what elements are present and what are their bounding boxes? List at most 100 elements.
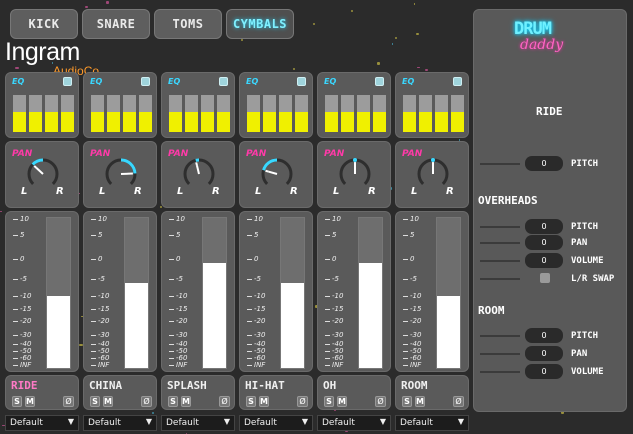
channel-name[interactable]: OH [323, 379, 336, 392]
eq-enable-toggle[interactable] [297, 77, 306, 86]
overheads-pan-slider[interactable] [480, 242, 520, 244]
preset-dropdown[interactable]: Default ▼ [161, 415, 235, 431]
eq-band-slider[interactable] [373, 95, 386, 132]
volume-fader[interactable] [358, 217, 383, 369]
tick-mark [91, 278, 96, 280]
mute-button[interactable]: M [25, 396, 35, 407]
phase-invert-icon[interactable]: Ø [141, 396, 152, 407]
eq-band-slider[interactable] [403, 95, 416, 132]
tab-toms[interactable]: TOMS [154, 9, 222, 39]
channel-name[interactable]: SPLASH [167, 379, 207, 392]
volume-fader[interactable] [202, 217, 227, 369]
eq-band-slider[interactable] [185, 95, 198, 132]
solo-button[interactable]: S [324, 396, 334, 407]
phase-invert-icon[interactable]: Ø [297, 396, 308, 407]
eq-enable-toggle[interactable] [219, 77, 228, 86]
tab-cymbals[interactable]: CYMBALS [226, 9, 294, 39]
eq-band-slider[interactable] [29, 95, 42, 132]
solo-button[interactable]: S [246, 396, 256, 407]
overheads-volume-value[interactable]: 0 [525, 253, 563, 268]
tick-label: 10 [410, 215, 419, 223]
eq-band-slider[interactable] [341, 95, 354, 132]
channel-name-section: OH S M Ø [317, 375, 391, 410]
volume-fader[interactable] [124, 217, 149, 369]
tick-mark [169, 320, 174, 322]
channel-name[interactable]: CHINA [89, 379, 122, 392]
preset-dropdown[interactable]: Default ▼ [317, 415, 391, 431]
room-pitch-value[interactable]: 0 [525, 328, 563, 343]
phase-invert-icon[interactable]: Ø [375, 396, 386, 407]
eq-band-slider[interactable] [325, 95, 338, 132]
mute-button[interactable]: M [259, 396, 269, 407]
tab-snare[interactable]: SNARE [82, 9, 150, 39]
room-volume-value[interactable]: 0 [525, 364, 563, 379]
phase-invert-icon[interactable]: Ø [219, 396, 230, 407]
preset-dropdown[interactable]: Default ▼ [83, 415, 157, 431]
eq-band-slider[interactable] [13, 95, 26, 132]
room-pan-value[interactable]: 0 [525, 346, 563, 361]
overheads-pan-value[interactable]: 0 [525, 235, 563, 250]
volume-fader[interactable] [436, 217, 461, 369]
eq-band-slider[interactable] [279, 95, 292, 132]
eq-enable-toggle[interactable] [375, 77, 384, 86]
solo-button[interactable]: S [168, 396, 178, 407]
eq-band-slider[interactable] [45, 95, 58, 132]
preset-dropdown[interactable]: Default ▼ [239, 415, 313, 431]
eq-band-slider[interactable] [295, 95, 308, 132]
channel-name[interactable]: ROOM [401, 379, 428, 392]
ride-pitch-slider[interactable] [480, 163, 520, 165]
tick-mark [403, 350, 408, 352]
tick-mark [325, 357, 330, 359]
tick-mark [13, 334, 18, 336]
overheads-pitch-slider[interactable] [480, 226, 520, 228]
eq-label: EQ [168, 77, 181, 86]
eq-enable-toggle[interactable] [453, 77, 462, 86]
volume-section: 10 5 0 -5 -10 -15 -20 -30 -40 -50 -60 INF [5, 211, 79, 372]
room-pan-slider[interactable] [480, 353, 520, 355]
eq-enable-toggle[interactable] [63, 77, 72, 86]
solo-button[interactable]: S [90, 396, 100, 407]
overheads-pitch-value[interactable]: 0 [525, 219, 563, 234]
volume-fader[interactable] [280, 217, 305, 369]
eq-band-slider[interactable] [419, 95, 432, 132]
channel-name-section: SPLASH S M Ø [161, 375, 235, 410]
solo-button[interactable]: S [402, 396, 412, 407]
eq-band-slider[interactable] [61, 95, 74, 132]
overheads-volume-slider[interactable] [480, 260, 520, 262]
eq-enable-toggle[interactable] [141, 77, 150, 86]
tick-label: -5 [20, 275, 27, 283]
preset-dropdown[interactable]: Default ▼ [395, 415, 469, 431]
eq-band-slider[interactable] [139, 95, 152, 132]
mute-button[interactable]: M [415, 396, 425, 407]
room-pitch-slider[interactable] [480, 335, 520, 337]
preset-dropdown[interactable]: Default ▼ [5, 415, 79, 431]
eq-band-slider[interactable] [91, 95, 104, 132]
lr-swap-checkbox[interactable] [540, 273, 550, 283]
eq-band-slider[interactable] [357, 95, 370, 132]
phase-invert-icon[interactable]: Ø [453, 396, 464, 407]
eq-band-slider[interactable] [107, 95, 120, 132]
tick-mark [247, 350, 252, 352]
eq-band-slider[interactable] [247, 95, 260, 132]
channel-name[interactable]: RIDE [11, 379, 38, 392]
tab-kick[interactable]: KICK [10, 9, 78, 39]
tick-mark [247, 320, 252, 322]
eq-band-slider[interactable] [451, 95, 464, 132]
eq-band-slider[interactable] [217, 95, 230, 132]
volume-fader[interactable] [46, 217, 71, 369]
eq-band-slider[interactable] [201, 95, 214, 132]
eq-band-slider[interactable] [435, 95, 448, 132]
mute-button[interactable]: M [337, 396, 347, 407]
eq-band-slider[interactable] [169, 95, 182, 132]
mute-button[interactable]: M [181, 396, 191, 407]
mute-button[interactable]: M [103, 396, 113, 407]
pan-center-dot [353, 158, 357, 162]
solo-button[interactable]: S [12, 396, 22, 407]
eq-band-fill [91, 112, 104, 132]
room-volume-slider[interactable] [480, 371, 520, 373]
channel-name[interactable]: HI-HAT [245, 379, 285, 392]
eq-band-slider[interactable] [263, 95, 276, 132]
phase-invert-icon[interactable]: Ø [63, 396, 74, 407]
eq-band-slider[interactable] [123, 95, 136, 132]
ride-pitch-value[interactable]: 0 [525, 156, 563, 171]
